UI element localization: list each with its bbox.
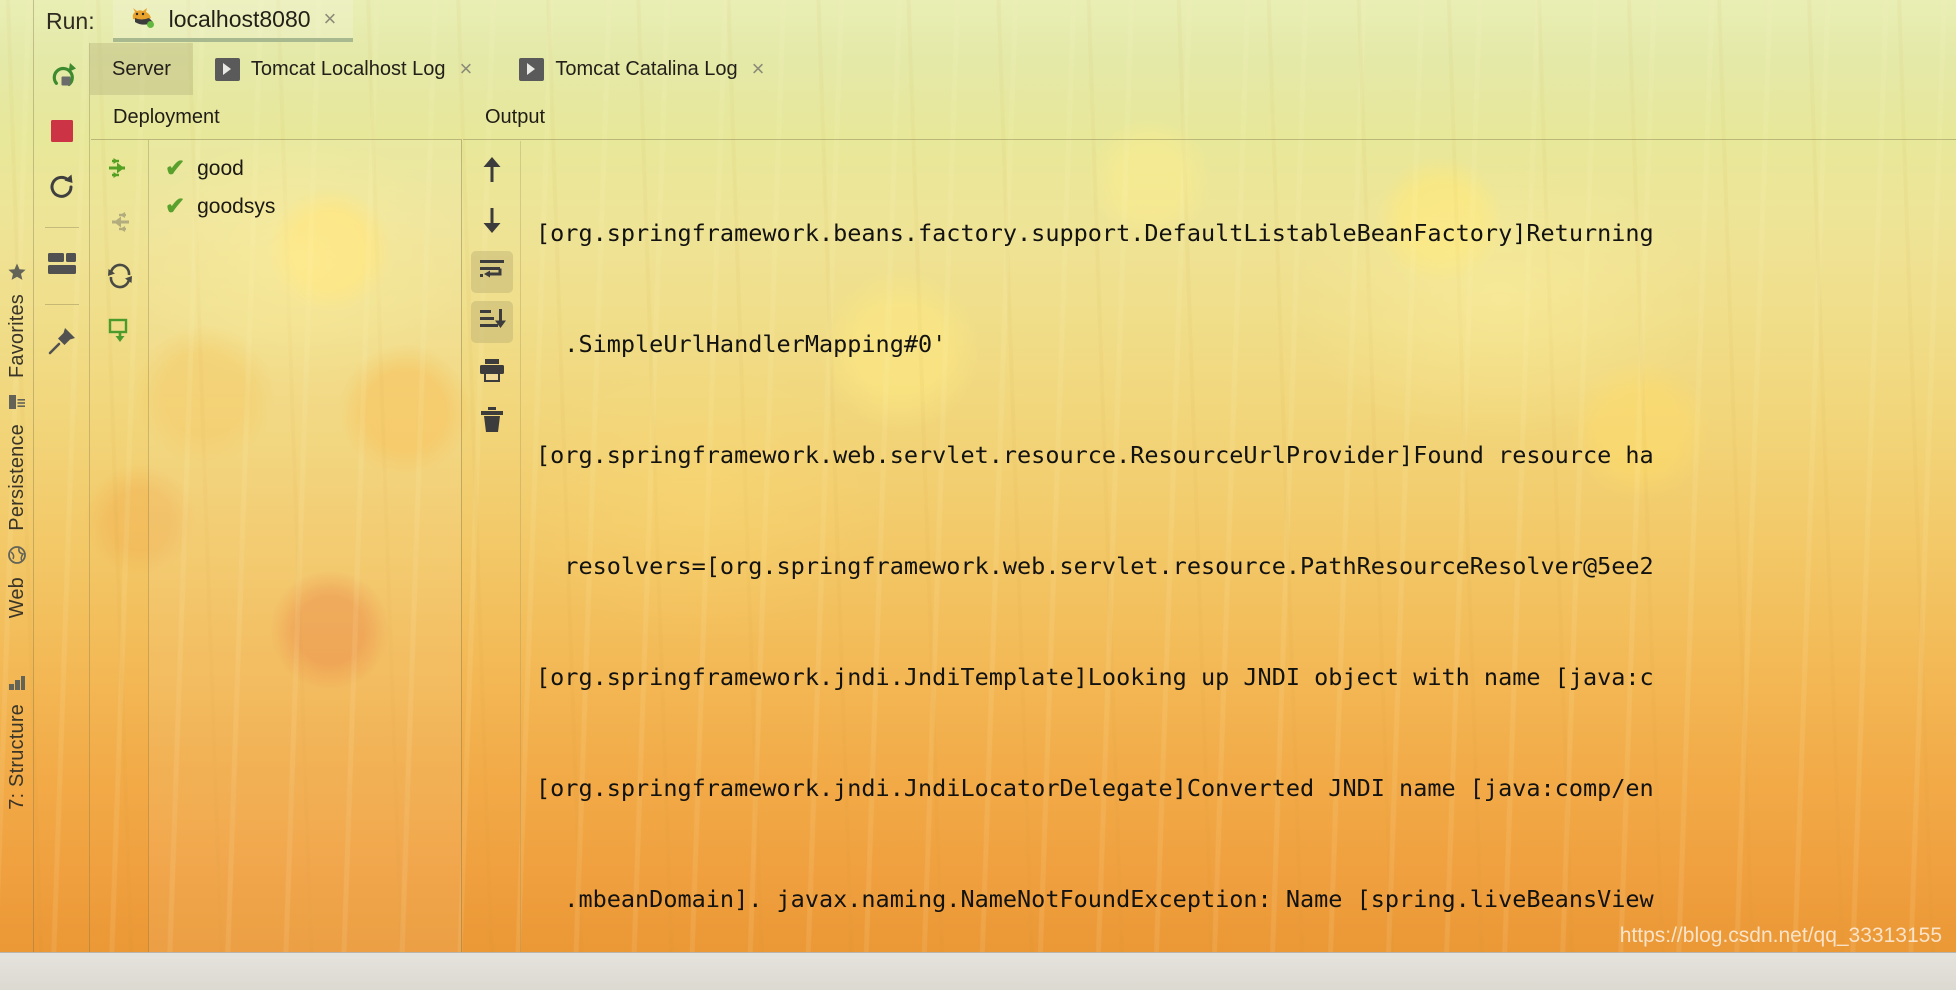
sidebar-item-structure[interactable]: 7: Structure [0,672,34,810]
star-icon [7,262,27,287]
undeploy-button[interactable] [100,204,140,244]
run-tab-title: localhost8080 [168,5,311,32]
undeploy-arrow-icon [106,208,134,241]
print-button[interactable] [471,351,513,393]
run-label: Run: [46,7,95,34]
tab-server-label: Server [112,58,171,80]
deploy-all-button[interactable] [100,150,140,190]
sidebar-item-web-label: Web [5,577,28,619]
tab-tomcat-catalina-log[interactable]: Tomcat Catalina Log × [497,43,789,95]
structure-icon [7,672,27,697]
toolbar-separator [44,227,79,228]
tab-server[interactable]: Server [90,43,193,95]
output-toolbar [463,141,521,952]
log-play-icon [214,57,240,81]
console-line: .SimpleUrlHandlerMapping#0' [536,330,947,358]
console-line: resolvers=[org.springframework.web.servl… [536,552,1654,580]
redeploy-icon [106,262,134,295]
output-panel-header: Output [463,96,1956,140]
deployment-artifact-name: goodsys [197,195,276,218]
update-resources-icon [106,316,134,349]
layout-button[interactable] [42,246,82,286]
layout-icon [47,251,77,282]
tab-tomcat-catalina-log-label: Tomcat Catalina Log [555,58,738,80]
console-tab-bar: Server Tomcat Localhost Log × Tomcat Cat… [90,43,1956,95]
watermark-text: https://blog.csdn.net/qq_33313155 [1619,924,1942,947]
console-line: [org.springframework.web.servlet.resourc… [536,441,1654,469]
deploy-status-check-icon: ✔ [165,155,186,182]
deployment-panel-header: Deployment [91,96,462,140]
stop-button[interactable] [42,113,82,153]
console-line: [org.springframework.jndi.JndiLocatorDel… [536,774,1654,802]
log-play-icon [519,57,545,81]
deployment-artifact-name: good [197,157,244,180]
soft-wrap-button[interactable] [470,251,513,293]
clear-all-button[interactable] [471,401,513,443]
console-line: [org.springframework.beans.factory.suppo… [536,219,1654,247]
tab-tomcat-catalina-log-close-icon[interactable]: × [749,58,768,80]
deployment-panel: ✔ good ✔ goodsys [91,140,462,952]
console-line: .mbeanDomain]. javax.naming.NameNotFound… [536,885,1654,913]
tab-tomcat-localhost-log-label: Tomcat Localhost Log [250,58,446,80]
run-tab-close-icon[interactable]: × [321,8,340,30]
deployment-artifact-list: ✔ good ✔ goodsys [149,140,461,952]
scroll-up-button[interactable] [471,151,513,193]
deployment-artifact-row[interactable]: ✔ goodsys [149,188,461,226]
rerun-button[interactable] [42,57,82,97]
deployment-artifact-row[interactable]: ✔ good [149,150,461,188]
deploy-arrow-icon [106,154,134,187]
deploy-status-check-icon: ✔ [165,193,186,220]
tab-tomcat-localhost-log-close-icon[interactable]: × [456,58,475,80]
scroll-down-button[interactable] [471,201,513,243]
pin-tab-button[interactable] [42,323,82,363]
pin-icon [47,326,77,361]
soft-wrap-icon [478,257,506,288]
redeploy-button[interactable] [100,258,140,298]
tab-tomcat-localhost-log[interactable]: Tomcat Localhost Log × [193,43,497,95]
globe-icon [7,545,27,570]
deployment-header-label: Deployment [113,106,220,128]
console-line: [org.springframework.jndi.JndiTemplate]L… [536,663,1654,691]
update-resources-button[interactable] [100,312,140,352]
console-output[interactable]: [org.springframework.beans.factory.suppo… [522,141,1956,952]
scroll-to-end-icon [478,307,506,338]
restart-server-button[interactable] [42,169,82,209]
toolbar-separator [44,304,79,305]
trash-icon [479,406,505,439]
arrow-down-icon [479,205,505,240]
stop-square-icon [49,118,75,149]
sidebar-item-persistence-label: Persistence [5,424,28,531]
persistence-icon [7,392,27,417]
left-tool-strip: Favorites Persistence Web 7: Structure [0,0,34,990]
run-header-bar: Run: localhost8080 × [34,0,1956,42]
sidebar-item-web[interactable]: Web [0,545,34,618]
restart-icon [47,172,77,207]
sidebar-item-structure-label: 7: Structure [5,704,28,810]
deployment-toolbar [91,140,149,952]
run-configuration-tab[interactable]: localhost8080 × [112,0,354,42]
scroll-to-end-button[interactable] [470,301,513,343]
run-tool-window: Favorites Persistence Web 7: Structure R… [0,0,1956,990]
sidebar-item-persistence[interactable]: Persistence [0,392,34,531]
tomcat-cat-icon [129,5,159,34]
run-control-toolbar [34,43,90,990]
status-bar [0,952,1956,990]
printer-icon [478,357,506,388]
output-header-label: Output [485,106,546,128]
rerun-icon [47,60,77,95]
sidebar-item-favorites[interactable]: Favorites [0,262,34,378]
sidebar-item-favorites-label: Favorites [5,294,28,379]
arrow-up-icon [479,155,505,190]
